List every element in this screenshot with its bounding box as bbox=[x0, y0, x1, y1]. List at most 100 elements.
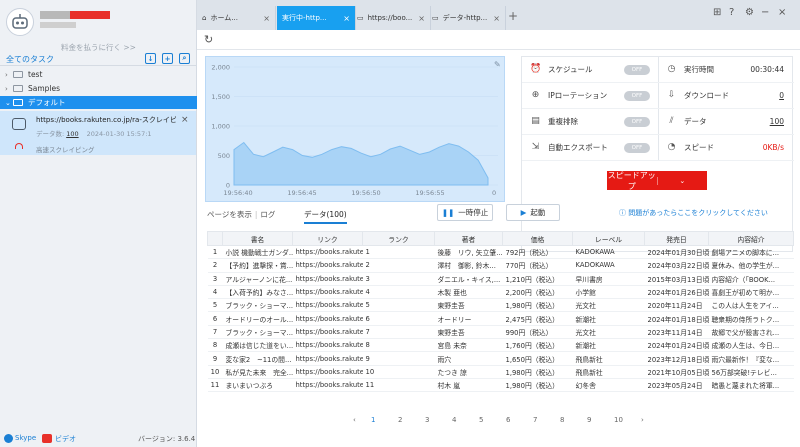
column-header[interactable]: レーベル bbox=[572, 231, 645, 246]
table-cell: https://books.rakute... bbox=[292, 285, 363, 300]
window-close-icon[interactable]: × bbox=[778, 7, 786, 18]
tab-page-view[interactable]: ページを表示 bbox=[207, 210, 252, 219]
settings-icon[interactable]: ⚙ bbox=[745, 7, 754, 18]
table-header: 書名 リンク ランク 著者 価格 レーベル 発売日 内容紹介 bbox=[207, 231, 794, 246]
schedule-toggle[interactable]: OFF bbox=[624, 64, 650, 75]
all-tasks-title[interactable]: 全てのタスク bbox=[6, 54, 54, 65]
table-cell: 2024年01月24日頃 bbox=[644, 338, 709, 353]
tab-running[interactable]: 実行中-http... × bbox=[277, 6, 356, 30]
edit-icon[interactable]: ✎ bbox=[494, 60, 501, 69]
column-header[interactable]: ランク bbox=[362, 231, 435, 246]
tab-data-view[interactable]: データ(100) bbox=[304, 209, 347, 224]
data-count[interactable]: 100 bbox=[66, 130, 78, 138]
table-cell: 3 bbox=[207, 272, 223, 286]
y-tick-label: 500 bbox=[218, 152, 230, 160]
column-header[interactable]: リンク bbox=[292, 231, 363, 246]
column-header[interactable]: 価格 bbox=[502, 231, 573, 246]
table-row[interactable]: 6オードリーのオール...https://books.rakute...6オード… bbox=[207, 311, 794, 326]
close-icon[interactable]: × bbox=[493, 14, 500, 23]
table-cell: 9 bbox=[362, 351, 435, 366]
tasks-header: 全てのタスク ↓ + ⌕ bbox=[0, 52, 197, 66]
speedup-button[interactable]: スピードアップ ⌄ bbox=[607, 171, 708, 191]
task-search-icon[interactable]: ⌕ bbox=[179, 53, 190, 64]
tab-browser[interactable]: ▭ https://boo... × bbox=[352, 6, 431, 30]
table-cell: 8 bbox=[207, 338, 223, 353]
chevron-right-icon[interactable]: › bbox=[641, 416, 644, 424]
page-icon: ▭ bbox=[432, 14, 439, 22]
table-cell: 光文社 bbox=[572, 325, 645, 340]
table-cell: 7 bbox=[207, 325, 223, 340]
page-link[interactable]: 5 bbox=[479, 416, 483, 424]
import-icon[interactable]: ↓ bbox=[145, 53, 156, 64]
download-value[interactable]: 0 bbox=[779, 91, 784, 100]
help-icon: ⓘ bbox=[619, 209, 629, 217]
page-link[interactable]: 2 bbox=[398, 416, 402, 424]
table-cell: 3 bbox=[362, 272, 435, 286]
chevron-left-icon[interactable]: ‹ bbox=[353, 416, 356, 424]
column-header[interactable]: 内容紹介 bbox=[708, 231, 794, 246]
start-button[interactable]: ▶ 起動 bbox=[506, 204, 560, 221]
video-link[interactable]: ビデオ bbox=[55, 434, 76, 444]
folder-samples[interactable]: › Samples bbox=[0, 82, 197, 95]
table-row[interactable]: 8成瀬は信じた道をい...https://books.rakute...8宮島 … bbox=[207, 338, 794, 353]
close-icon[interactable]: × bbox=[343, 14, 350, 23]
dedupe-toggle[interactable]: OFF bbox=[624, 116, 650, 127]
table-cell: https://books.rakute... bbox=[292, 258, 363, 273]
data-table: 書名 リンク ランク 著者 価格 レーベル 発売日 内容紹介 1 小説 機動戦士ガンダ... ht… bbox=[207, 231, 794, 393]
download-row: ⇩ ダウンロード 0 bbox=[658, 83, 794, 109]
page-link[interactable]: 9 bbox=[587, 416, 591, 424]
pause-button[interactable]: ❚❚ 一時停止 bbox=[437, 204, 493, 221]
page-link[interactable]: 1 bbox=[371, 416, 375, 424]
refresh-icon[interactable]: ↻ bbox=[204, 33, 213, 46]
dedupe-icon: ▤ bbox=[531, 116, 540, 126]
ip-rotation-toggle[interactable]: OFF bbox=[624, 90, 650, 101]
table-row[interactable]: 9変な家2 ~11の間...https://books.rakute...9雨穴… bbox=[207, 351, 794, 366]
table-row[interactable]: 2【予約】進撃探・賞...https://books.rakute...2澤村 … bbox=[207, 258, 794, 273]
tab-data[interactable]: ▭ データ-http... × bbox=[427, 6, 506, 30]
auto-export-toggle[interactable]: OFF bbox=[624, 142, 650, 153]
help-icon[interactable]: ? bbox=[729, 7, 734, 18]
folder-test[interactable]: › test bbox=[0, 68, 197, 81]
new-task-icon[interactable]: + bbox=[162, 53, 173, 64]
close-icon[interactable]: × bbox=[181, 115, 189, 125]
table-cell: オードリーのオール... bbox=[222, 311, 293, 326]
tab-log[interactable]: ログ bbox=[260, 210, 275, 219]
chevron-down-icon[interactable]: ⌄ bbox=[656, 176, 708, 185]
column-header[interactable]: 発売日 bbox=[644, 231, 709, 246]
help-link[interactable]: ⓘ 問題があったらここをクリックしてください bbox=[619, 208, 768, 218]
minimize-icon[interactable]: − bbox=[761, 7, 769, 18]
table-row[interactable]: 3アルジャーノンに花...https://books.rakute...3ダニエ… bbox=[207, 272, 794, 286]
table-cell: 2023年12月18日頃 bbox=[644, 351, 709, 366]
export-icon: ⇲ bbox=[531, 142, 540, 152]
table-row[interactable]: 7ブラック・ショーマ...https://books.rakute...7東野圭… bbox=[207, 325, 794, 340]
add-tab-icon[interactable]: + bbox=[508, 9, 518, 23]
page-link[interactable]: 6 bbox=[506, 416, 510, 424]
table-cell: 光文社 bbox=[572, 298, 645, 313]
table-cell: 小説 機動戦士ガンダ... bbox=[222, 245, 293, 260]
column-header[interactable]: 著者 bbox=[434, 231, 503, 246]
table-row[interactable]: 1小説 機動戦士ガンダ...https://books.rakute...1後藤… bbox=[207, 245, 794, 260]
table-row[interactable]: 10私が見た未来 完全...https://books.rakute...10た… bbox=[207, 365, 794, 379]
data-value[interactable]: 100 bbox=[770, 117, 784, 126]
page-link[interactable]: 8 bbox=[560, 416, 564, 424]
tab-home[interactable]: ⌂ ホーム... × bbox=[197, 6, 276, 30]
close-icon[interactable]: × bbox=[263, 14, 270, 23]
task-card[interactable]: https://books.rakuten.co.jp/ra-スクレイピン...… bbox=[0, 111, 196, 155]
table-cell: 792円（税込） bbox=[502, 245, 573, 260]
table-row[interactable]: 11まいまいつぶろhttps://books.rakute...11村木 嵐1,… bbox=[207, 378, 794, 393]
table-row[interactable]: 5ブラック・ショーマ...https://books.rakute...5東野圭… bbox=[207, 298, 794, 313]
gift-icon[interactable]: ⊞ bbox=[713, 7, 721, 18]
page-link[interactable]: 7 bbox=[533, 416, 537, 424]
skype-link[interactable]: Skype bbox=[15, 434, 36, 442]
table-cell: たつき 諒 bbox=[434, 365, 503, 379]
table-row[interactable]: 4【入荷予約】みなさ...https://books.rakute...4木製 … bbox=[207, 285, 794, 300]
folder-default[interactable]: ⌄ デフォルト bbox=[0, 96, 197, 109]
close-icon[interactable]: × bbox=[418, 14, 425, 23]
column-header[interactable] bbox=[207, 231, 223, 246]
page-link[interactable]: 3 bbox=[425, 416, 429, 424]
page-link[interactable]: 10 bbox=[614, 416, 623, 424]
column-header[interactable]: 書名 bbox=[222, 231, 293, 246]
avatar[interactable] bbox=[6, 8, 34, 36]
table-cell: ブラック・ショーマ... bbox=[222, 325, 293, 340]
page-link[interactable]: 4 bbox=[452, 416, 456, 424]
